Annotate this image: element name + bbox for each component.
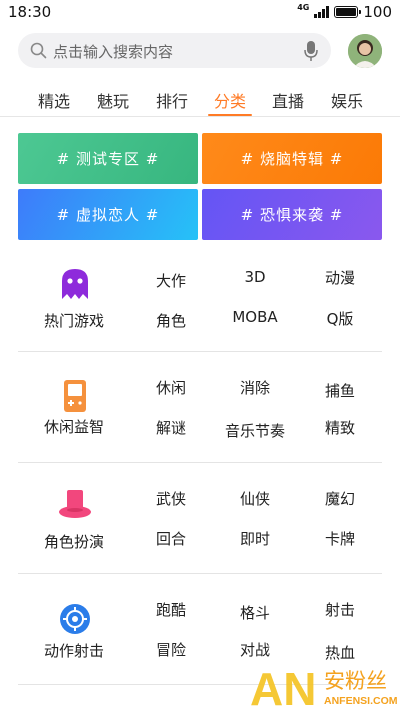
tab-featured[interactable]: 精选 [38, 88, 70, 112]
banner-virtual-lover[interactable]: # 虚拟恋人 # [18, 189, 198, 240]
battery-level: 100 [363, 3, 392, 21]
tab-ranking[interactable]: 排行 [156, 88, 188, 112]
ghost-icon [62, 269, 88, 299]
tag-q-style[interactable]: Q版 [305, 308, 375, 329]
status-bar: 18:30 4G 100 [0, 0, 400, 26]
category-name[interactable]: 角色扮演 [18, 531, 130, 552]
tag-cards[interactable]: 卡牌 [305, 528, 375, 549]
tag-wuxia[interactable]: 武侠 [136, 488, 206, 509]
search-input[interactable]: 点击输入搜索内容 [18, 33, 331, 68]
tag-blockbuster[interactable]: 大作 [136, 270, 206, 291]
tab-meiwan[interactable]: 魅玩 [97, 88, 129, 112]
category-tabs: 精选 魅玩 排行 分类 直播 娱乐 [0, 84, 400, 118]
watermark-chinese: 安粉丝 [324, 669, 387, 693]
tag-real-time[interactable]: 即时 [220, 528, 290, 549]
tab-entertainment[interactable]: 娱乐 [331, 88, 363, 112]
tag-fishing[interactable]: 捕鱼 [305, 380, 375, 401]
tabs-divider [0, 116, 400, 117]
tag-anime[interactable]: 动漫 [305, 267, 375, 288]
battery-icon [334, 6, 362, 18]
tag-exquisite[interactable]: 精致 [305, 417, 375, 438]
tag-match[interactable]: 消除 [220, 377, 290, 398]
watermark-english: ANFENSI.COM [324, 695, 398, 707]
tag-turn-based[interactable]: 回合 [136, 528, 206, 549]
gamepad-icon [64, 380, 86, 412]
category-name[interactable]: 动作射击 [18, 640, 130, 661]
network-type: 4G [297, 2, 310, 12]
category-name[interactable]: 休闲益智 [18, 416, 130, 437]
status-indicators: 4G 100 [297, 2, 392, 22]
tag-casual[interactable]: 休闲 [136, 377, 206, 398]
hat-icon [59, 490, 91, 518]
tab-categories[interactable]: 分类 [214, 88, 246, 112]
category-row-casual: 休闲益智 休闲 消除 捕鱼 解谜 音乐节奏 精致 [18, 352, 382, 463]
search-icon [30, 42, 47, 59]
watermark-logo: AN 安粉丝 ANFENSI.COM [250, 663, 398, 709]
banner-brain-burner[interactable]: # 烧脑特辑 # [202, 133, 382, 184]
tag-parkour[interactable]: 跑酷 [136, 599, 206, 620]
tag-fantasy[interactable]: 魔幻 [305, 488, 375, 509]
tag-role[interactable]: 角色 [136, 310, 206, 331]
tag-moba[interactable]: MOBA [220, 308, 290, 326]
tag-adventure[interactable]: 冒险 [136, 639, 206, 660]
tag-battle[interactable]: 对战 [220, 639, 290, 660]
tab-live[interactable]: 直播 [272, 88, 304, 112]
avatar[interactable] [348, 34, 382, 68]
status-time: 18:30 [8, 3, 52, 21]
tag-music-rhythm[interactable]: 音乐节奏 [215, 420, 295, 441]
category-name[interactable]: 热门游戏 [18, 310, 130, 331]
banner-test-zone[interactable]: # 测试专区 # [18, 133, 198, 184]
tag-xianxia[interactable]: 仙侠 [220, 488, 290, 509]
microphone-icon[interactable] [303, 40, 319, 62]
search-placeholder: 点击输入搜索内容 [53, 43, 174, 61]
tag-fighting[interactable]: 格斗 [220, 602, 290, 623]
category-row-rpg: 角色扮演 武侠 仙侠 魔幻 回合 即时 卡牌 [18, 463, 382, 574]
watermark-an: AN [250, 663, 316, 709]
category-row-hot-games: 热门游戏 大作 3D 动漫 角色 MOBA Q版 [18, 241, 382, 352]
tag-hot-blood[interactable]: 热血 [305, 642, 375, 663]
tag-puzzle[interactable]: 解谜 [136, 417, 206, 438]
banner-horror[interactable]: # 恐惧来袭 # [202, 189, 382, 240]
tag-3d[interactable]: 3D [220, 268, 290, 286]
crosshair-icon [60, 604, 90, 634]
signal-icon [314, 6, 330, 18]
tag-shooting[interactable]: 射击 [305, 599, 375, 620]
